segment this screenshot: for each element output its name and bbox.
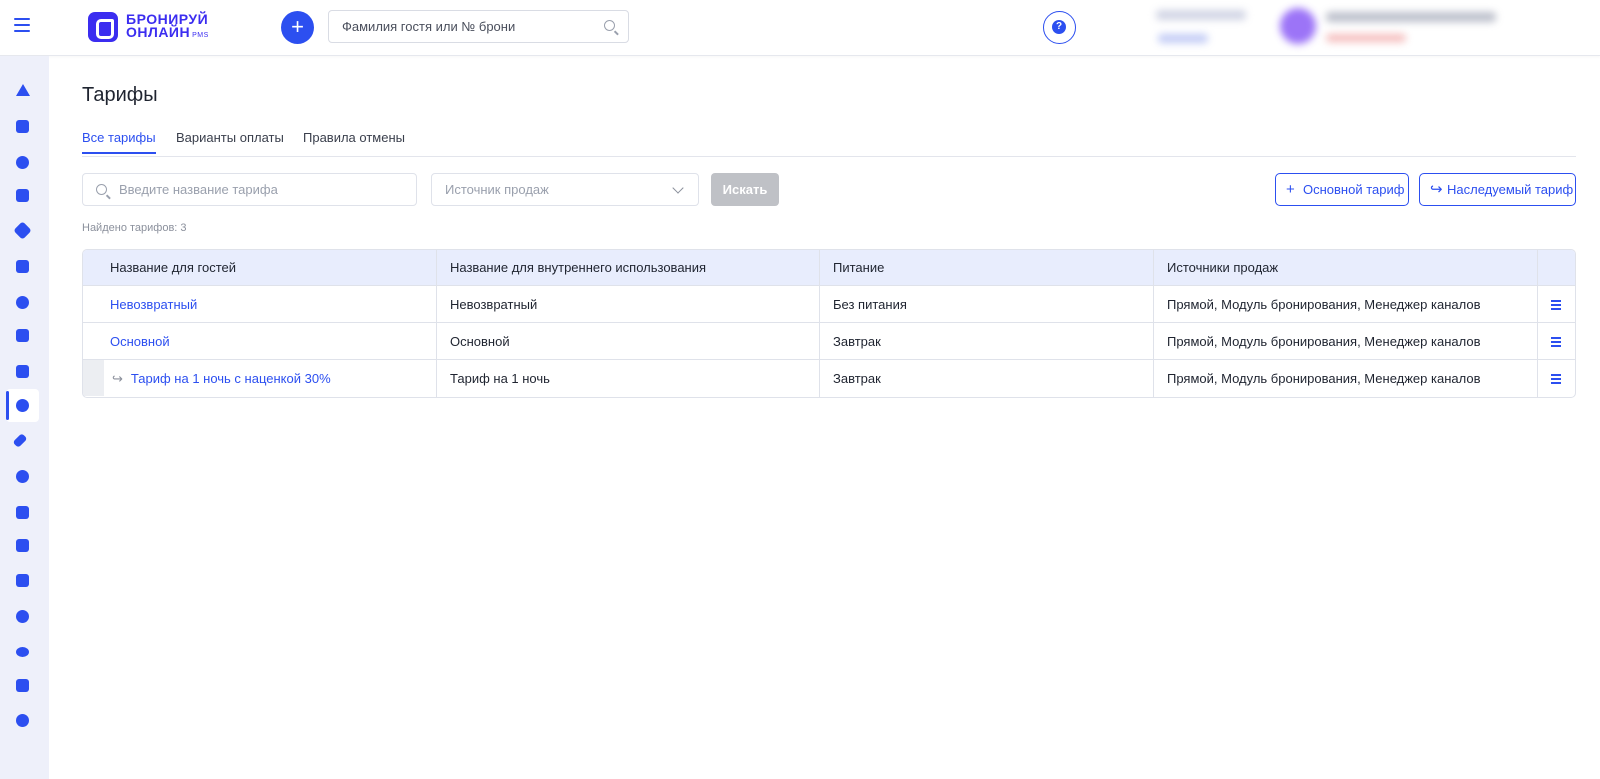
shield-icon[interactable] bbox=[6, 600, 39, 633]
logo-text: БРОНИРУЙ ОНЛАЙН PMS bbox=[126, 12, 209, 42]
logo[interactable]: БРОНИРУЙ ОНЛАЙН PMS bbox=[88, 12, 209, 42]
col-actions bbox=[1537, 250, 1575, 285]
add-derived-tariff-label: Наследуемый тариф bbox=[1447, 182, 1574, 197]
table-row: Основной Основной Завтрак Прямой, Модуль… bbox=[83, 323, 1575, 360]
col-sources: Источники продаж bbox=[1153, 250, 1537, 285]
calendar-icon[interactable] bbox=[6, 110, 39, 143]
col-meal: Питание bbox=[819, 250, 1153, 285]
global-search bbox=[328, 10, 629, 43]
internal-name: Основной bbox=[436, 323, 819, 359]
add-main-tariff-button[interactable]: + Основной тариф bbox=[1275, 173, 1409, 206]
document-icon[interactable] bbox=[6, 250, 39, 283]
add-derived-tariff-button[interactable]: ↪ Наследуемый тариф bbox=[1419, 173, 1576, 206]
derived-arrow-icon: ↪ bbox=[1430, 181, 1443, 198]
col-internal-name: Название для внутреннего использования bbox=[436, 250, 819, 285]
guest-name-link[interactable]: Тариф на 1 ночь с наценкой 30% bbox=[131, 371, 331, 386]
sales-sources: Прямой, Модуль бронирования, Менеджер ка… bbox=[1153, 360, 1537, 397]
add-booking-button[interactable]: + bbox=[281, 11, 314, 44]
tab-payment-options[interactable]: Варианты оплаты bbox=[176, 130, 284, 152]
internal-name: Тариф на 1 ночь bbox=[436, 360, 819, 397]
tab-all-tariffs[interactable]: Все тарифы bbox=[82, 130, 156, 154]
broom-icon[interactable] bbox=[6, 424, 39, 457]
meal: Завтрак bbox=[819, 323, 1153, 359]
search-icon bbox=[96, 184, 107, 195]
internal-name: Невозвратный bbox=[436, 286, 819, 322]
guest-name-link[interactable]: Невозвратный bbox=[83, 286, 436, 322]
tariff-search bbox=[82, 173, 417, 206]
menu-icon[interactable] bbox=[14, 18, 30, 32]
help-button[interactable]: ? bbox=[1043, 11, 1076, 44]
rates-icon[interactable] bbox=[6, 389, 39, 422]
logo-line-2: ОНЛАЙН bbox=[126, 23, 191, 40]
help-icon: ? bbox=[1052, 20, 1066, 34]
bell-icon[interactable] bbox=[6, 74, 39, 107]
row-actions bbox=[1537, 323, 1575, 359]
cloud-icon[interactable] bbox=[6, 635, 39, 668]
search-icon[interactable] bbox=[604, 20, 615, 31]
wallet-icon[interactable] bbox=[6, 529, 39, 562]
percent-icon[interactable] bbox=[6, 179, 39, 212]
checkbox-icon[interactable] bbox=[6, 355, 39, 388]
row-menu-icon[interactable] bbox=[1551, 300, 1561, 312]
megaphone-icon[interactable] bbox=[6, 669, 39, 702]
gear-icon[interactable] bbox=[6, 460, 39, 493]
sales-source-select[interactable]: Источник продаж bbox=[431, 173, 699, 206]
row-actions bbox=[1537, 360, 1575, 397]
guest-icon[interactable] bbox=[6, 146, 39, 179]
add-main-tariff-label: Основной тариф bbox=[1303, 182, 1405, 197]
child-indent bbox=[83, 360, 104, 396]
row-actions bbox=[1537, 286, 1575, 322]
tab-cancellation-rules[interactable]: Правила отмены bbox=[303, 130, 405, 152]
derived-arrow-icon: ↪ bbox=[112, 371, 123, 386]
row-menu-icon[interactable] bbox=[1551, 337, 1561, 349]
account-area-blurred[interactable] bbox=[1148, 2, 1508, 54]
tariff-search-input[interactable] bbox=[119, 174, 409, 205]
table-header: Название для гостей Название для внутрен… bbox=[83, 250, 1575, 286]
guest-name-link[interactable]: Основной bbox=[83, 323, 436, 359]
tariffs-table: Название для гостей Название для внутрен… bbox=[82, 249, 1576, 398]
found-count: Найдено тарифов: 3 bbox=[82, 222, 187, 234]
meal: Без питания bbox=[819, 286, 1153, 322]
chart-icon[interactable] bbox=[6, 319, 39, 352]
box-icon[interactable] bbox=[6, 496, 39, 529]
table-row: ↪ Тариф на 1 ночь с наценкой 30% Тариф на… bbox=[83, 360, 1575, 397]
page-title: Тарифы bbox=[82, 84, 158, 106]
calculator-icon[interactable] bbox=[6, 564, 39, 597]
sales-sources: Прямой, Модуль бронирования, Менеджер ка… bbox=[1153, 286, 1537, 322]
meal: Завтрак bbox=[819, 360, 1153, 397]
guest-name-cell: ↪ Тариф на 1 ночь с наценкой 30% bbox=[83, 360, 436, 397]
col-guest-name: Название для гостей bbox=[110, 260, 237, 275]
global-search-input[interactable] bbox=[329, 11, 584, 42]
user-icon[interactable] bbox=[6, 704, 39, 737]
sales-sources: Прямой, Модуль бронирования, Менеджер ка… bbox=[1153, 323, 1537, 359]
tabs: Все тарифы Варианты оплаты Правила отмен… bbox=[82, 130, 1576, 157]
plus-icon: + bbox=[1286, 181, 1295, 198]
row-menu-icon[interactable] bbox=[1551, 374, 1561, 386]
search-button[interactable]: Искать bbox=[711, 173, 779, 206]
coins-icon[interactable] bbox=[6, 286, 39, 319]
tag-icon[interactable] bbox=[6, 214, 39, 247]
logo-mark bbox=[88, 12, 118, 42]
logo-suffix: PMS bbox=[192, 31, 209, 39]
top-header: БРОНИРУЙ ОНЛАЙНPMS + ? bbox=[0, 0, 1600, 56]
chevron-down-icon bbox=[672, 182, 684, 194]
sidebar bbox=[0, 56, 49, 779]
table-row: Невозвратный Невозвратный Без питания Пр… bbox=[83, 286, 1575, 323]
sales-source-placeholder: Источник продаж bbox=[445, 182, 549, 197]
